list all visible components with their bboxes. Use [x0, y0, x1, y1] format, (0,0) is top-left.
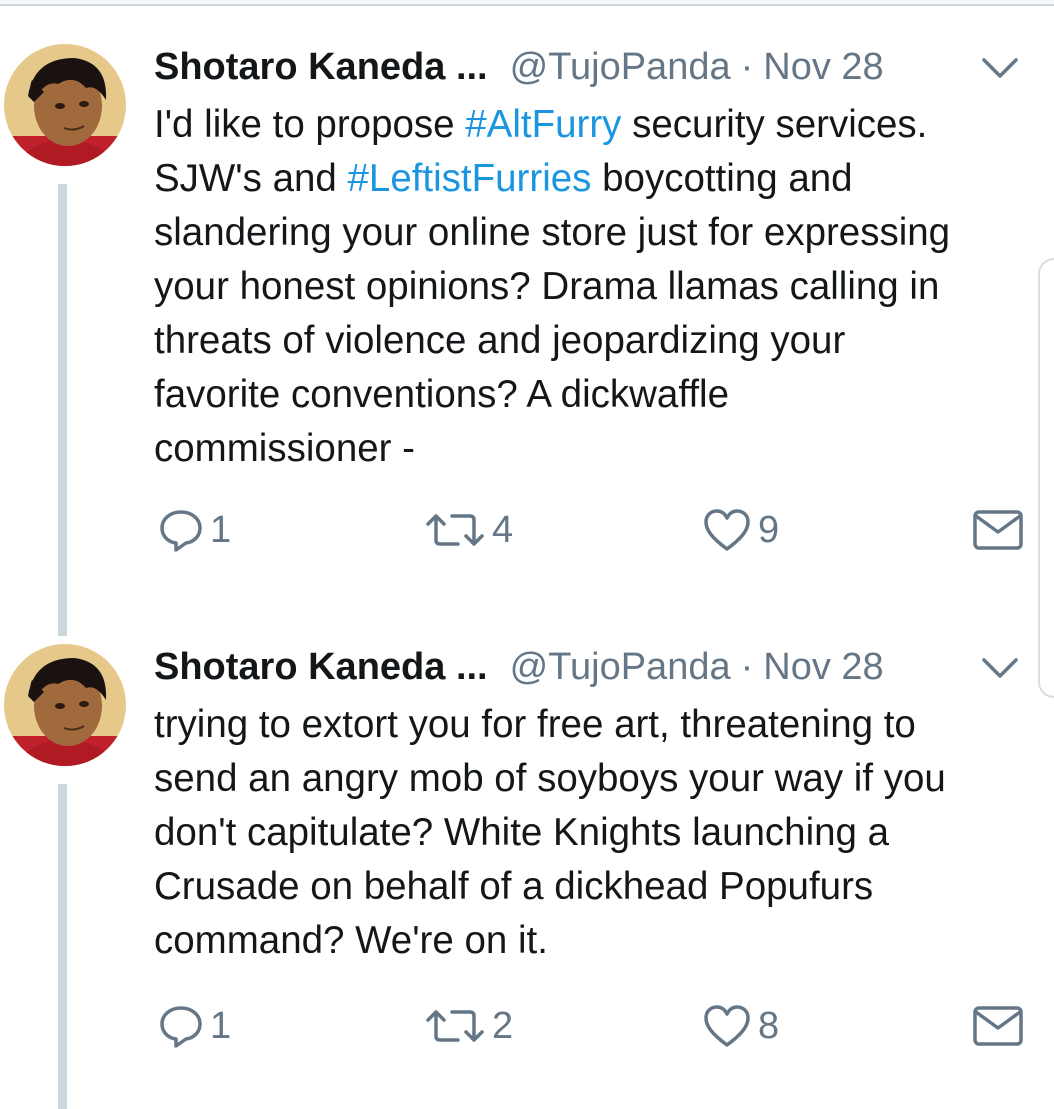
tweet-text-segment: your honest opinions? Drama llamas calli…	[154, 265, 940, 308]
avatar[interactable]	[4, 644, 126, 766]
tweet-text: trying to extort you for free art, threa…	[154, 698, 1044, 968]
tweet-text-segment: threats of violence and jeopardizing you…	[154, 319, 846, 362]
tweet-text-segment: favorite conventions? A dickwaffle	[154, 373, 729, 416]
heart-icon	[702, 507, 752, 553]
tweet-text-line: I'd like to propose #AltFurry security s…	[154, 98, 1044, 152]
avatar[interactable]	[4, 44, 126, 166]
reply-count: 1	[210, 508, 232, 551]
tweet-text-line: Crusade on behalf of a dickhead Popufurs	[154, 860, 1044, 914]
tweet[interactable]: Shotaro Kaneda ... @TujoPanda · Nov 28 tryi…	[0, 640, 1054, 1109]
tweet-header: Shotaro Kaneda ... @TujoPanda · Nov 28	[154, 644, 1034, 690]
tweet-text-line: threats of violence and jeopardizing you…	[154, 314, 1044, 368]
reply-icon	[158, 1003, 204, 1049]
author-handle[interactable]: @TujoPanda	[510, 46, 731, 88]
tweet-actions: 1 2 8	[154, 998, 1034, 1054]
tweet-text-line: don't capitulate? White Knights launchin…	[154, 806, 1044, 860]
retweet-button[interactable]: 2	[424, 998, 513, 1054]
tweet-actions: 1 4 9	[154, 502, 1034, 558]
like-count: 8	[758, 1004, 780, 1047]
thread-line	[58, 784, 67, 1109]
reply-icon	[158, 507, 204, 553]
hashtag-link[interactable]: #AltFurry	[465, 103, 621, 146]
reply-count: 1	[210, 1004, 232, 1047]
tweet-text-line: send an angry mob of soyboys your way if…	[154, 752, 1044, 806]
direct-message-button[interactable]	[972, 998, 1024, 1054]
envelope-icon	[972, 1004, 1024, 1048]
chevron-down-icon[interactable]	[978, 50, 1022, 84]
tweet-text-line: SJW's and #LeftistFurries boycotting and	[154, 152, 1044, 206]
tweet-text: I'd like to propose #AltFurry security s…	[154, 98, 1044, 476]
scrollbar[interactable]	[1038, 258, 1054, 698]
tweet-date[interactable]: Nov 28	[763, 646, 883, 688]
author-name[interactable]: Shotaro Kaneda ...	[154, 646, 488, 688]
tweet-text-segment: Crusade on behalf of a dickhead Popufurs	[154, 865, 874, 908]
tweet-text-line: slandering your online store just for ex…	[154, 206, 1044, 260]
thread-line	[58, 184, 67, 636]
like-button[interactable]: 8	[702, 998, 779, 1054]
retweet-count: 4	[492, 508, 514, 551]
separator: ·	[740, 646, 754, 688]
retweet-icon	[424, 1006, 486, 1046]
tweet-text-line: favorite conventions? A dickwaffle	[154, 368, 1044, 422]
retweet-icon	[424, 510, 486, 550]
separator: ·	[740, 46, 754, 88]
chevron-down-icon[interactable]	[978, 650, 1022, 684]
tweet-text-line: your honest opinions? Drama llamas calli…	[154, 260, 1044, 314]
tweet[interactable]: Shotaro Kaneda ... @TujoPanda · Nov 28 I'd …	[0, 40, 1054, 640]
tweet-date[interactable]: Nov 28	[763, 46, 883, 88]
reply-button[interactable]: 1	[158, 998, 231, 1054]
direct-message-button[interactable]	[972, 502, 1024, 558]
reply-button[interactable]: 1	[158, 502, 231, 558]
heart-icon	[702, 1003, 752, 1049]
retweet-button[interactable]: 4	[424, 502, 513, 558]
tweet-text-segment: command? We're on it.	[154, 919, 548, 962]
tweet-text-line: commissioner -	[154, 422, 1044, 476]
envelope-icon	[972, 508, 1024, 552]
author-handle[interactable]: @TujoPanda	[510, 646, 731, 688]
tweet-text-segment: send an angry mob of soyboys your way if…	[154, 757, 946, 800]
tweet-text-line: command? We're on it.	[154, 914, 1044, 968]
retweet-count: 2	[492, 1004, 514, 1047]
top-border	[0, 0, 1054, 6]
like-count: 9	[758, 508, 780, 551]
tweet-text-segment: slandering your online store just for ex…	[154, 211, 951, 254]
hashtag-link[interactable]: #LeftistFurries	[348, 157, 592, 200]
tweet-text-segment: SJW's and	[154, 157, 348, 200]
tweet-text-segment: I'd like to propose	[154, 103, 466, 146]
tweet-text-line: trying to extort you for free art, threa…	[154, 698, 1044, 752]
tweet-text-segment: don't capitulate? White Knights launchin…	[154, 811, 890, 854]
like-button[interactable]: 9	[702, 502, 779, 558]
tweet-text-segment: boycotting and	[591, 157, 853, 200]
tweet-text-segment: security services.	[621, 103, 928, 146]
tweet-text-segment: commissioner -	[154, 427, 415, 470]
tweet-text-segment: trying to extort you for free art, threa…	[154, 703, 916, 746]
author-name[interactable]: Shotaro Kaneda ...	[154, 46, 488, 88]
tweet-header: Shotaro Kaneda ... @TujoPanda · Nov 28	[154, 44, 1034, 90]
